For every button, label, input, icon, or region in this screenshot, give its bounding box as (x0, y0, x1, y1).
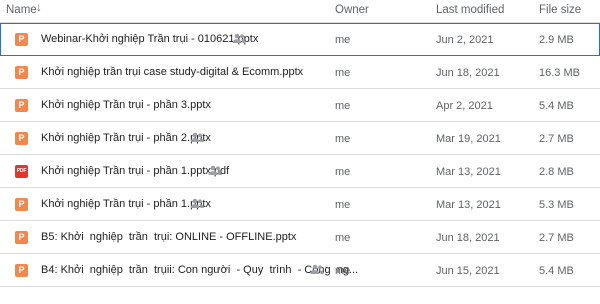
file-owner: me (335, 265, 351, 277)
shared-people-icon (232, 33, 246, 43)
file-owner: me (335, 100, 351, 112)
pdf-file-icon: PDF (15, 165, 28, 178)
file-name[interactable]: B5: Khởi nghiệp trần trụi: ONLINE - OFFL… (41, 231, 296, 243)
file-last-modified: Jun 18, 2021 (436, 67, 500, 79)
file-last-modified: Jun 15, 2021 (436, 265, 500, 277)
file-row[interactable]: P Khởi nghiệp Trần trụi - phần 1.pptx me… (0, 188, 600, 221)
shared-people-icon (190, 198, 204, 208)
sort-arrow-icon[interactable]: ↓ (36, 2, 42, 14)
file-owner: me (335, 199, 351, 211)
file-size: 5.4 MB (539, 265, 574, 277)
file-name[interactable]: Khởi nghiệp Trần trụi - phần 1.pptx (41, 198, 211, 210)
pptx-file-icon: P (15, 33, 28, 46)
file-owner: me (335, 34, 351, 46)
column-header-file-size[interactable]: File size (539, 4, 581, 16)
shared-people-icon (208, 165, 222, 175)
file-size: 2.7 MB (539, 232, 574, 244)
column-header-name[interactable]: Name (6, 4, 37, 16)
file-row[interactable]: P Webinar-Khởi nghiệp Trần trụi - 010621… (0, 23, 600, 56)
file-name[interactable]: Khởi nghiệp Trần trụi - phần 2.pptx (41, 132, 211, 144)
file-name[interactable]: Khởi nghiệp trần trụi case study-digital… (41, 66, 303, 78)
file-size: 5.3 MB (539, 199, 574, 211)
shared-people-icon (190, 132, 204, 142)
pptx-file-icon: P (15, 99, 28, 112)
file-name[interactable]: Webinar-Khởi nghiệp Trần trụi - 010621.p… (41, 33, 258, 45)
file-name[interactable]: Khởi nghiệp Trần trụi - phần 3.pptx (41, 99, 211, 111)
file-row[interactable]: PDF Khởi nghiệp Trần trụi - phần 1.pptx.… (0, 155, 600, 188)
shared-people-icon (310, 264, 324, 274)
file-last-modified: Jun 18, 2021 (436, 232, 500, 244)
file-name[interactable]: Khởi nghiệp Trần trụi - phần 1.pptx.pdf (41, 165, 229, 177)
pptx-file-icon: P (15, 132, 28, 145)
file-list: P Webinar-Khởi nghiệp Trần trụi - 010621… (0, 23, 600, 287)
file-owner: me (335, 232, 351, 244)
pptx-file-icon: P (15, 66, 28, 79)
pptx-file-icon: P (15, 231, 28, 244)
file-row[interactable]: P B4: Khởi nghiệp trần trụii: Con người … (0, 254, 600, 287)
file-row[interactable]: P Khởi nghiệp Trần trụi - phần 3.pptx me… (0, 89, 600, 122)
file-size: 2.7 MB (539, 133, 574, 145)
file-size: 2.8 MB (539, 166, 574, 178)
file-size: 2.9 MB (539, 34, 574, 46)
column-header-last-modified[interactable]: Last modified (436, 4, 504, 16)
file-list-header: Name ↓ Owner Last modified File size (0, 0, 600, 23)
file-owner: me (335, 67, 351, 79)
file-owner: me (335, 166, 351, 178)
pptx-file-icon: P (15, 198, 28, 211)
file-last-modified: Mar 13, 2021 (436, 166, 501, 178)
file-size: 5.4 MB (539, 100, 574, 112)
file-size: 16.3 MB (539, 67, 580, 79)
column-header-owner[interactable]: Owner (335, 4, 369, 16)
file-last-modified: Mar 13, 2021 (436, 199, 501, 211)
pptx-file-icon: P (15, 264, 28, 277)
file-last-modified: Apr 2, 2021 (436, 100, 493, 112)
file-row[interactable]: P Khởi nghiệp trần trụi case study-digit… (0, 56, 600, 89)
file-row[interactable]: P B5: Khởi nghiệp trần trụi: ONLINE - OF… (0, 221, 600, 254)
file-last-modified: Mar 19, 2021 (436, 133, 501, 145)
file-last-modified: Jun 2, 2021 (436, 34, 494, 46)
file-row[interactable]: P Khởi nghiệp Trần trụi - phần 2.pptx me… (0, 122, 600, 155)
file-owner: me (335, 133, 351, 145)
